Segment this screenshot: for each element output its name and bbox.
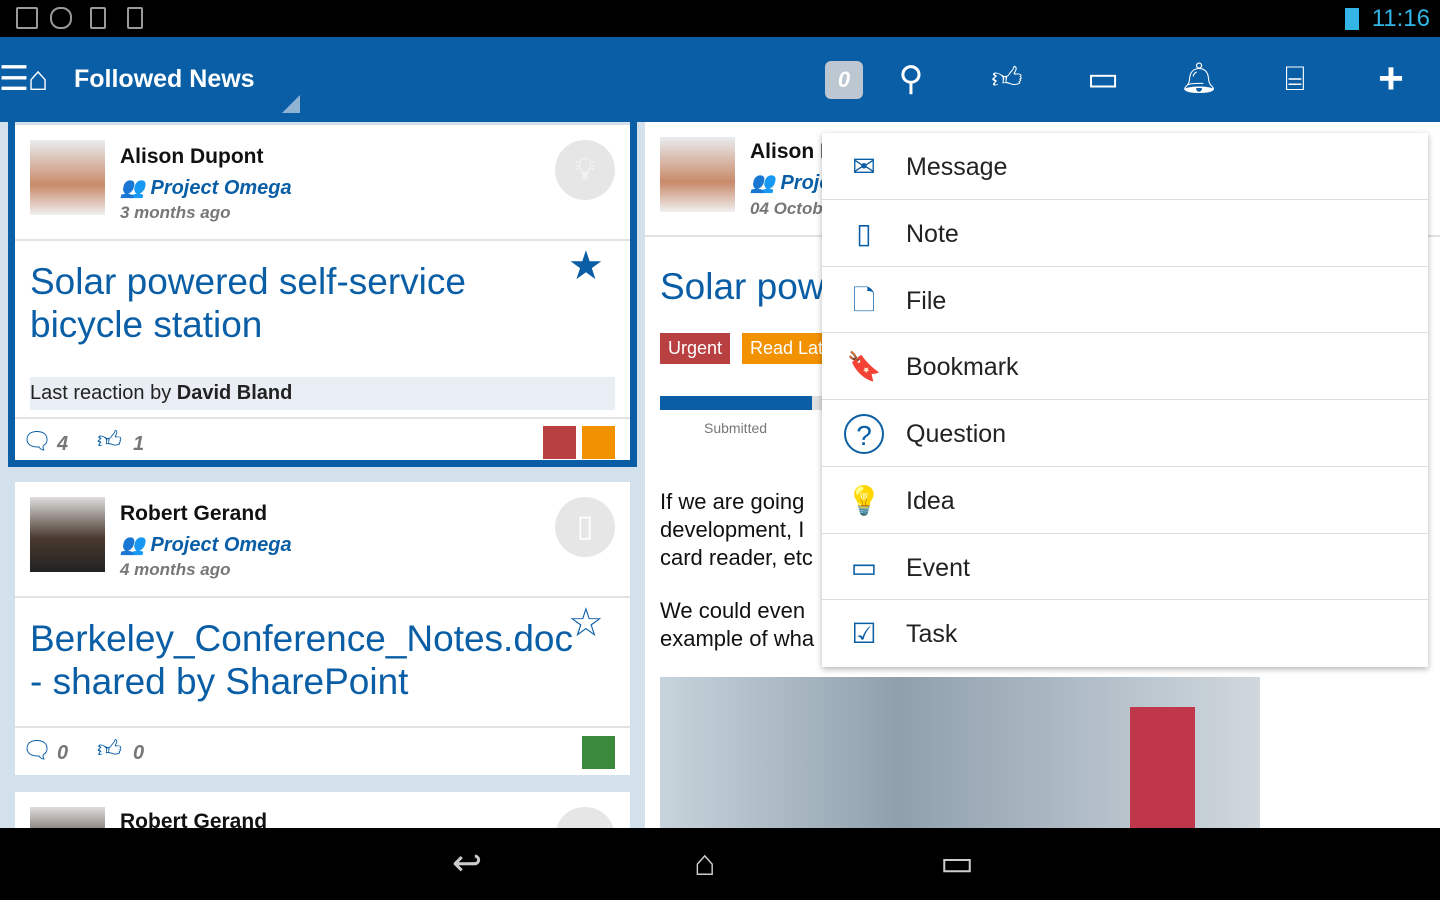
inbox-icon[interactable]: ⌸	[1275, 59, 1315, 99]
menu-label: Note	[906, 219, 959, 248]
avatar	[660, 137, 735, 212]
menu-item-idea[interactable]: 💡 Idea	[822, 467, 1428, 534]
timestamp: 4 months ago	[120, 560, 231, 579]
question-icon: ?	[844, 414, 884, 454]
tag-read-later[interactable]: Read Lat	[742, 333, 832, 364]
tag-green	[582, 736, 615, 769]
envelope-icon: ✉	[852, 151, 876, 182]
action-bar: ☰ ⌂ Followed News 0 ⚲ 👍︎ ▭ 🔔︎ ⌸ +	[0, 37, 1440, 122]
body-text: We could even example of wha	[660, 598, 815, 651]
bookmark-icon: 🔖	[846, 351, 882, 383]
star-outline-icon[interactable]: ☆	[568, 600, 604, 646]
bell-icon[interactable]: 🔔︎	[1179, 59, 1219, 99]
menu-label: Bookmark	[906, 353, 1019, 382]
thumbs-up-icon[interactable]: 👍︎	[97, 736, 122, 764]
back-icon[interactable]: ↩	[452, 842, 482, 884]
like-count: 0	[133, 742, 145, 764]
clock: 11:16	[1371, 5, 1430, 32]
project-link[interactable]: 👥 Project Omega	[120, 532, 292, 557]
menu-item-question[interactable]: ? Question	[822, 400, 1428, 467]
navigation-bar: ↩ ⌂ ▭	[0, 828, 1440, 900]
thumbs-up-icon[interactable]: 👍︎	[987, 59, 1027, 99]
post-image	[660, 677, 1260, 828]
dropdown-indicator	[282, 95, 300, 113]
menu-item-message[interactable]: ✉ Message	[822, 133, 1428, 200]
menu-label: Message	[906, 153, 1008, 181]
image-icon	[16, 7, 38, 29]
project-name: Project Omega	[150, 534, 292, 556]
notification-count-badge[interactable]: 0	[825, 61, 863, 99]
progress-label: Submitted	[704, 420, 768, 436]
menu-item-bookmark[interactable]: 🔖 Bookmark	[822, 333, 1428, 400]
page-title[interactable]: Followed News	[74, 65, 255, 94]
comment-icon[interactable]: 🗨︎	[22, 736, 52, 765]
selection-border	[8, 122, 637, 467]
menu-label: Task	[906, 620, 958, 649]
recent-apps-icon[interactable]: ▭	[940, 842, 974, 884]
bookmark-icon: ▯	[555, 497, 615, 557]
calendar-icon: ▭	[850, 551, 878, 583]
post-title[interactable]: Berkeley_Conference_Notes.doc - shared b…	[30, 617, 573, 703]
menu-label: Idea	[906, 486, 955, 515]
date: 04 Octob	[750, 199, 823, 218]
file-icon: 🗋	[852, 284, 876, 316]
feed-card[interactable]: Robert Gerand	[15, 792, 630, 832]
project-link[interactable]: 👥 Proje	[750, 170, 831, 195]
home-icon[interactable]: ⌂	[18, 59, 58, 99]
menu-item-task[interactable]: ☑ Task	[822, 600, 1428, 667]
task-icon: ☑	[851, 618, 877, 650]
new-item-menu: ✉ Message ▯ Note 🗋 File 🔖 Bookmark ? Question…	[822, 133, 1428, 667]
home-nav-icon[interactable]: ⌂	[694, 842, 716, 884]
download-icon	[90, 7, 106, 29]
comment-icon[interactable]: ▭	[1083, 59, 1123, 99]
menu-label: Event	[906, 553, 970, 582]
post-title: Solar powe	[660, 266, 846, 307]
status-progress	[660, 396, 825, 410]
search-icon[interactable]: ⚲	[891, 59, 931, 99]
menu-label: File	[906, 286, 947, 315]
cloud-upload-icon	[50, 7, 72, 29]
lightbulb-icon: 💡	[846, 484, 882, 516]
menu-item-file[interactable]: 🗋 File	[822, 267, 1428, 334]
author-name[interactable]: Robert Gerand	[120, 502, 267, 526]
menu-label: Question	[906, 420, 1007, 448]
download-icon	[127, 7, 143, 29]
tag-urgent[interactable]: Urgent	[660, 333, 731, 364]
avatar	[30, 497, 105, 572]
comment-count: 0	[57, 742, 69, 764]
status-bar: 11:16	[0, 0, 1440, 37]
plus-icon[interactable]: +	[1371, 57, 1411, 101]
feed-card[interactable]: Robert Gerand 👥 Project Omega 4 months a…	[15, 482, 630, 775]
note-icon: ▯	[856, 217, 872, 249]
battery-icon	[1345, 8, 1359, 30]
body-text: If we are going development, I card read…	[660, 489, 813, 570]
menu-item-event[interactable]: ▭ Event	[822, 534, 1428, 601]
menu-item-note[interactable]: ▯ Note	[822, 200, 1428, 267]
